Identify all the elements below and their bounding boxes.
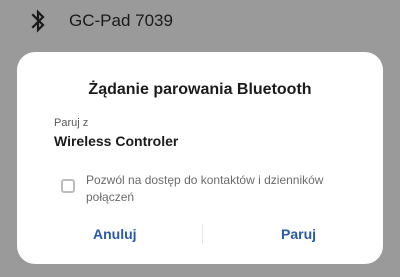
pairing-device-name: Wireless Controler xyxy=(54,133,179,149)
device-name: GC-Pad 7039 xyxy=(69,11,173,30)
pair-with-label: Paruj z xyxy=(54,117,89,129)
cancel-button[interactable]: Anuluj xyxy=(93,225,137,243)
bluetooth-pairing-dialog: Żądanie parowania Bluetooth Paruj z Wire… xyxy=(17,52,383,264)
button-divider xyxy=(202,224,203,244)
contacts-access-checkbox[interactable] xyxy=(61,179,75,193)
contacts-access-label[interactable]: Pozwól na dostęp do kontaktów i dziennik… xyxy=(86,172,356,206)
paired-device-row[interactable]: GC-Pad 7039 xyxy=(0,0,400,44)
dialog-title: Żądanie parowania Bluetooth xyxy=(88,81,312,98)
pair-button[interactable]: Paruj xyxy=(281,225,316,243)
bluetooth-icon xyxy=(30,9,46,33)
